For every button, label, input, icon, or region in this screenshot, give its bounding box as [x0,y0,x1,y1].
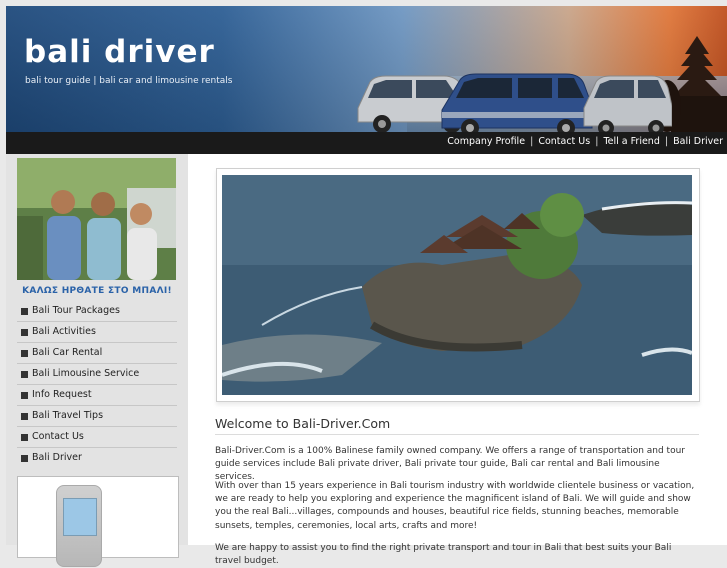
sidebar-item-info-request[interactable]: Info Request [17,385,177,406]
sidebar-welcome-text: ΚΑΛΩΣ ΗΡΘΑΤΕ ΣΤΟ ΜΠΑΛΙ! [22,286,172,296]
hero-image-frame [216,168,700,402]
page: bali driver bali tour guide | bali car a… [6,6,727,567]
page-heading: Welcome to Bali-Driver.Com [215,416,391,431]
sidebar: ΚΑΛΩΣ ΗΡΘΑΤΕ ΣΤΟ ΜΠΑΛΙ! Bali Tour Packag… [6,154,188,567]
sidebar-item-bali-activities[interactable]: Bali Activities [17,322,177,343]
assist-paragraph: We are happy to assist you to find the r… [215,543,672,567]
nav-link-bali-driver[interactable]: Bali Driver [673,136,723,147]
square-bullet-icon [21,371,28,378]
sidebar-item-label[interactable]: Bali Car Rental [32,347,102,358]
sidebar-item-label[interactable]: Bali Tour Packages [32,305,120,316]
phone-promo-box[interactable] [17,476,179,567]
sidebar-menu: Bali Tour Packages Bali Activities Bali … [17,301,177,468]
square-bullet-icon [21,308,28,315]
nav-separator: | [530,136,534,147]
header-banner: bali driver bali tour guide | bali car a… [6,6,727,132]
square-bullet-icon [21,434,28,441]
sidebar-item-contact-us[interactable]: Contact Us [17,427,177,448]
sidebar-item-bali-tour-packages[interactable]: Bali Tour Packages [17,301,177,322]
square-bullet-icon [21,329,28,336]
square-bullet-icon [21,350,28,357]
square-bullet-icon [21,392,28,399]
phone-screen [63,498,97,536]
sidebar-item-label[interactable]: Contact Us [32,431,84,442]
main-content: Welcome to Bali-Driver.Com Bali-Driver.C… [188,154,727,566]
sidebar-item-label[interactable]: Bali Limousine Service [32,368,139,379]
nav-link-contact-us[interactable]: Contact Us [538,136,590,147]
sidebar-item-bali-car-rental[interactable]: Bali Car Rental [17,343,177,364]
site-tagline: bali tour guide | bali car and limousine… [25,76,233,86]
nav-separator: | [664,136,669,147]
top-nav-links: Company Profile | Contact Us | Tell a Fr… [447,136,723,147]
sidebar-item-bali-travel-tips[interactable]: Bali Travel Tips [17,406,177,427]
tanah-lot-temple-image [222,175,692,395]
nav-separator: | [595,136,599,147]
nav-link-company-profile[interactable]: Company Profile [447,136,525,147]
square-bullet-icon [21,455,28,462]
heading-divider [215,434,699,435]
cars-image [357,73,672,132]
mobile-phone-icon [56,485,102,567]
sidebar-item-label[interactable]: Bali Driver [32,452,82,463]
sidebar-item-label[interactable]: Bali Travel Tips [32,410,103,421]
experience-paragraph: With over than 15 years experience in Ba… [215,481,695,531]
nav-link-tell-a-friend[interactable]: Tell a Friend [603,136,659,147]
intro-paragraph: Bali-Driver.Com is a 100% Balinese famil… [215,446,685,483]
sidebar-item-label[interactable]: Bali Activities [32,326,96,337]
top-nav-bar: Company Profile | Contact Us | Tell a Fr… [6,132,727,154]
family-photo [17,158,176,280]
sidebar-item-label[interactable]: Info Request [32,389,92,400]
site-title: bali driver [24,34,215,70]
sidebar-item-bali-driver[interactable]: Bali Driver [17,448,177,468]
sidebar-item-bali-limousine-service[interactable]: Bali Limousine Service [17,364,177,385]
square-bullet-icon [21,413,28,420]
